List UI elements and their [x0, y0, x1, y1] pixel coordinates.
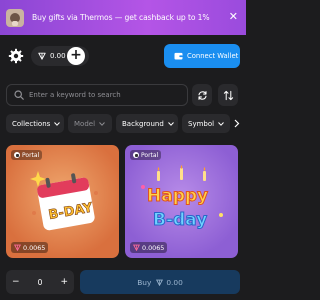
price-value: 0.0065: [23, 243, 46, 252]
refresh-button[interactable]: [192, 84, 212, 106]
connect-wallet-button[interactable]: Connect Wallet: [164, 44, 240, 68]
increment-button[interactable]: +: [60, 277, 68, 287]
search-placeholder: Enter a keyword to search: [29, 91, 121, 99]
filters-scroll-right[interactable]: [234, 114, 246, 133]
filter-symbol[interactable]: Symbol: [182, 114, 230, 133]
ton-icon: [14, 244, 21, 251]
sort-icon: [223, 90, 233, 100]
price-tag: 0.0065: [11, 242, 49, 253]
chevron-down-icon: [99, 121, 105, 126]
chevron-right-icon: [234, 119, 240, 128]
gift-card[interactable]: Portal Happy B-day 0.0065: [125, 145, 238, 258]
buy-label: Buy: [137, 277, 152, 287]
search-row: Enter a keyword to search: [0, 84, 246, 106]
banner-thumbnail: [6, 8, 24, 27]
quantity-value: 0: [37, 277, 43, 287]
filter-label: Collections: [12, 119, 51, 128]
filter-model[interactable]: Model: [68, 114, 112, 133]
balance-value: 0.00: [50, 52, 66, 60]
sort-button[interactable]: [218, 84, 238, 106]
chevron-down-icon: [167, 121, 174, 126]
connect-wallet-label: Connect Wallet: [187, 52, 239, 60]
price-value: 0.0065: [142, 243, 165, 252]
refresh-icon: [197, 90, 207, 100]
marketplace-label: Portal: [22, 151, 40, 159]
promo-banner[interactable]: Buy gifts via Thermos — get cashback up …: [0, 0, 246, 35]
close-icon[interactable]: ✕: [229, 11, 238, 23]
decrement-button[interactable]: −: [12, 277, 20, 287]
filter-row: Collections Model Background Symbol: [6, 114, 246, 133]
purchase-bar: − 0 + Buy 0.00: [0, 264, 246, 300]
add-funds-button[interactable]: +: [67, 47, 85, 65]
filter-label: Background: [122, 119, 164, 128]
filter-collections[interactable]: Collections: [6, 114, 64, 133]
buy-amount: 0.00: [166, 277, 183, 287]
happy-bday-gift-art: Happy B-day: [141, 165, 223, 231]
marketplace-tag: Portal: [11, 150, 43, 160]
wallet-icon: [174, 52, 183, 60]
filter-label: Symbol: [188, 119, 215, 128]
search-input[interactable]: Enter a keyword to search: [6, 84, 188, 106]
filter-background[interactable]: Background: [116, 114, 178, 133]
header-row: 0.00 + Connect Wallet: [0, 44, 246, 68]
banner-text: Buy gifts via Thermos — get cashback up …: [32, 13, 210, 22]
marketplace-label: Portal: [141, 151, 159, 159]
search-icon: [14, 90, 24, 100]
ton-icon: [133, 244, 140, 251]
calendar-gift-art: B-DAY: [30, 171, 98, 231]
svg-text:B-day: B-day: [153, 210, 207, 230]
chevron-down-icon: [218, 121, 224, 126]
portal-icon: [133, 152, 139, 158]
buy-button[interactable]: Buy 0.00: [80, 270, 240, 294]
price-tag: 0.0065: [130, 242, 168, 253]
ton-icon: [38, 52, 46, 60]
ton-icon: [156, 279, 164, 286]
quantity-stepper[interactable]: − 0 +: [6, 270, 74, 294]
gear-icon[interactable]: [8, 48, 24, 64]
marketplace-tag: Portal: [130, 150, 162, 160]
gift-card[interactable]: Portal B-DAY 0.0065: [6, 145, 119, 258]
portal-icon: [14, 152, 20, 158]
svg-text:Happy: Happy: [147, 186, 208, 206]
chevron-down-icon: [54, 121, 61, 126]
filter-label: Model: [74, 119, 96, 128]
